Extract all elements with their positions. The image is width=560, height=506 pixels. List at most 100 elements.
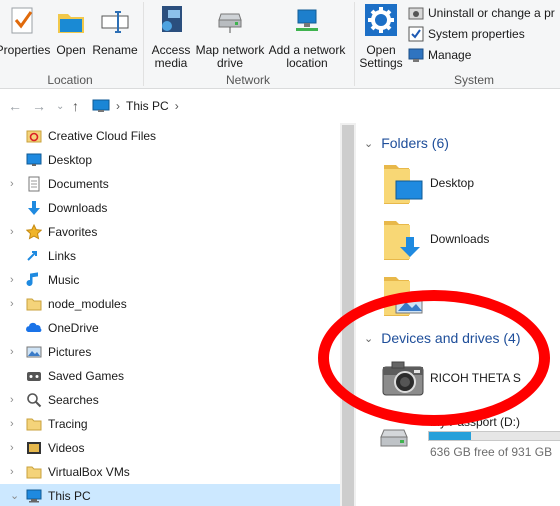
sidebar-item-documents[interactable]: › Documents — [0, 172, 340, 196]
devices-header-label: Devices and drives (4) — [381, 330, 521, 346]
sidebar-item-node-modules[interactable]: › node_modules — [0, 292, 340, 316]
videos-icon — [27, 442, 41, 454]
pictures-icon — [26, 346, 42, 358]
network-location-icon — [296, 9, 318, 31]
folder-item-downloads[interactable]: Downloads — [380, 215, 489, 263]
favorites-icon — [26, 224, 42, 240]
sidebar-item-label: Pictures — [48, 345, 92, 359]
sidebar-item-label: Documents — [48, 177, 109, 191]
map-network-drive-label: Map network drive — [195, 43, 265, 70]
onedrive-icon — [26, 322, 42, 332]
add-network-location-button[interactable]: Add a network location — [266, 4, 348, 70]
group-separator — [143, 2, 144, 86]
sidebar-item-label: Desktop — [48, 153, 93, 167]
sidebar-item-label: Links — [48, 249, 77, 263]
sidebar-item-creative-cloud-files[interactable]: Creative Cloud Files — [0, 124, 340, 148]
breadcrumb-separator-icon[interactable]: › — [116, 99, 120, 113]
folder-label: Downloads — [430, 232, 490, 246]
nav-scrollbar-thumb[interactable] — [342, 125, 354, 506]
sidebar-item-desktop[interactable]: Desktop — [0, 148, 340, 172]
pictures-folder-icon — [384, 277, 423, 316]
sidebar-item-saved-games[interactable]: Saved Games — [0, 364, 340, 388]
map-network-drive-button[interactable]: Map network drive — [194, 4, 266, 70]
searches-icon — [27, 393, 42, 408]
expand-chevron-icon[interactable]: › — [10, 227, 20, 238]
expand-chevron-icon[interactable]: › — [10, 443, 20, 454]
device-item-drive[interactable]: My Passport (D:) 636 GB free of 931 GB — [380, 411, 560, 461]
folder-item-desktop[interactable]: Desktop — [380, 159, 474, 207]
expand-chevron-icon[interactable]: › — [10, 299, 20, 310]
ribbon: Properties Open Rename Location Access m… — [0, 0, 560, 89]
sidebar-item-label: Creative Cloud Files — [48, 129, 157, 143]
drive-free-space: 636 GB free of 931 GB — [430, 445, 553, 459]
breadcrumb-separator-icon[interactable]: › — [175, 99, 179, 113]
sidebar-item-downloads[interactable]: Downloads — [0, 196, 340, 220]
access-media-label: Access media — [151, 43, 191, 70]
expand-chevron-icon[interactable]: › — [10, 419, 20, 430]
open-label: Open — [56, 43, 86, 57]
drive-usage-bar — [428, 431, 560, 441]
sidebar-item-virtualbox-vms[interactable]: › VirtualBox VMs — [0, 460, 340, 484]
device-item-camera[interactable]: RICOH THETA S — [380, 355, 560, 403]
sidebar-item-favorites[interactable]: › Favorites — [0, 220, 340, 244]
open-button[interactable]: Open — [52, 4, 90, 70]
expand-chevron-icon[interactable]: › — [10, 395, 20, 406]
sidebar-item-label: Searches — [48, 393, 99, 407]
folders-section-header[interactable]: ⌄ Folders (6) — [364, 135, 449, 151]
sidebar-item-tracing[interactable]: › Tracing — [0, 412, 340, 436]
desktop-folder-icon — [384, 165, 423, 204]
creative-cloud-icon — [26, 130, 42, 143]
expand-chevron-icon[interactable]: › — [10, 467, 20, 478]
collapse-chevron-icon[interactable]: ⌄ — [364, 137, 373, 150]
forward-arrow-icon[interactable]: → — [32, 98, 46, 114]
collapse-chevron-icon[interactable]: ⌄ — [364, 332, 373, 345]
back-arrow-icon[interactable]: ← — [8, 98, 22, 114]
system-properties-button[interactable]: System properties — [408, 24, 525, 44]
sidebar-item-links[interactable]: Links — [0, 244, 340, 268]
sidebar-item-label: Tracing — [48, 417, 88, 431]
device-label: RICOH THETA S — [430, 371, 521, 385]
navigation-pane: Creative Cloud Files Desktop › Documents Dow… — [0, 123, 356, 506]
devices-section-header[interactable]: ⌄ Devices and drives (4) — [364, 330, 521, 346]
open-settings-button[interactable]: Open Settings — [356, 4, 406, 70]
sidebar-item-label: Downloads — [48, 201, 108, 215]
uninstall-icon — [408, 7, 424, 20]
group-network-label: Network — [225, 73, 270, 87]
recent-locations-chevron-icon[interactable]: ⌄ — [56, 101, 64, 112]
settings-gear-icon — [365, 4, 397, 36]
properties-button[interactable]: Properties — [0, 4, 52, 70]
access-media-button[interactable]: Access media — [148, 4, 194, 70]
content-pane: ⌄ Folders (6) Desktop Downloads ⌄ Device… — [358, 123, 560, 506]
sidebar-item-videos[interactable]: › Videos — [0, 436, 340, 460]
open-folder-icon — [58, 14, 84, 33]
expand-chevron-icon[interactable]: › — [10, 275, 20, 286]
documents-icon — [28, 176, 40, 192]
uninstall-button[interactable]: Uninstall or change a pr — [408, 3, 555, 23]
sidebar-item-this-pc[interactable]: ⌄ This PC — [0, 484, 340, 506]
music-icon — [26, 272, 38, 286]
this-pc-icon — [92, 99, 110, 112]
breadcrumb-this-pc[interactable]: This PC — [126, 99, 169, 113]
manage-icon — [408, 48, 424, 62]
sidebar-item-label: node_modules — [48, 297, 127, 311]
group-system-label: System — [453, 73, 494, 87]
drive-usage-fill — [429, 432, 472, 440]
manage-button[interactable]: Manage — [408, 45, 471, 65]
rename-button[interactable]: Rename — [92, 4, 138, 70]
folder-icon — [26, 466, 42, 479]
folder-item-pictures[interactable] — [380, 271, 426, 319]
expand-chevron-icon[interactable]: › — [10, 179, 20, 190]
expand-chevron-icon[interactable]: › — [10, 347, 20, 358]
device-label: My Passport (D:) — [430, 415, 521, 429]
sidebar-item-label: This PC — [48, 489, 91, 503]
up-arrow-icon[interactable]: ↑ — [72, 98, 79, 114]
expand-chevron-icon[interactable]: ⌄ — [10, 491, 20, 502]
downloads-folder-icon — [384, 221, 420, 260]
open-settings-label: Open Settings — [359, 43, 403, 70]
sidebar-item-searches[interactable]: › Searches — [0, 388, 340, 412]
sidebar-item-onedrive[interactable]: OneDrive — [0, 316, 340, 340]
address-path[interactable]: › This PC › — [92, 95, 560, 117]
sidebar-item-music[interactable]: › Music — [0, 268, 340, 292]
folders-header-label: Folders (6) — [381, 135, 449, 151]
sidebar-item-pictures[interactable]: › Pictures — [0, 340, 340, 364]
